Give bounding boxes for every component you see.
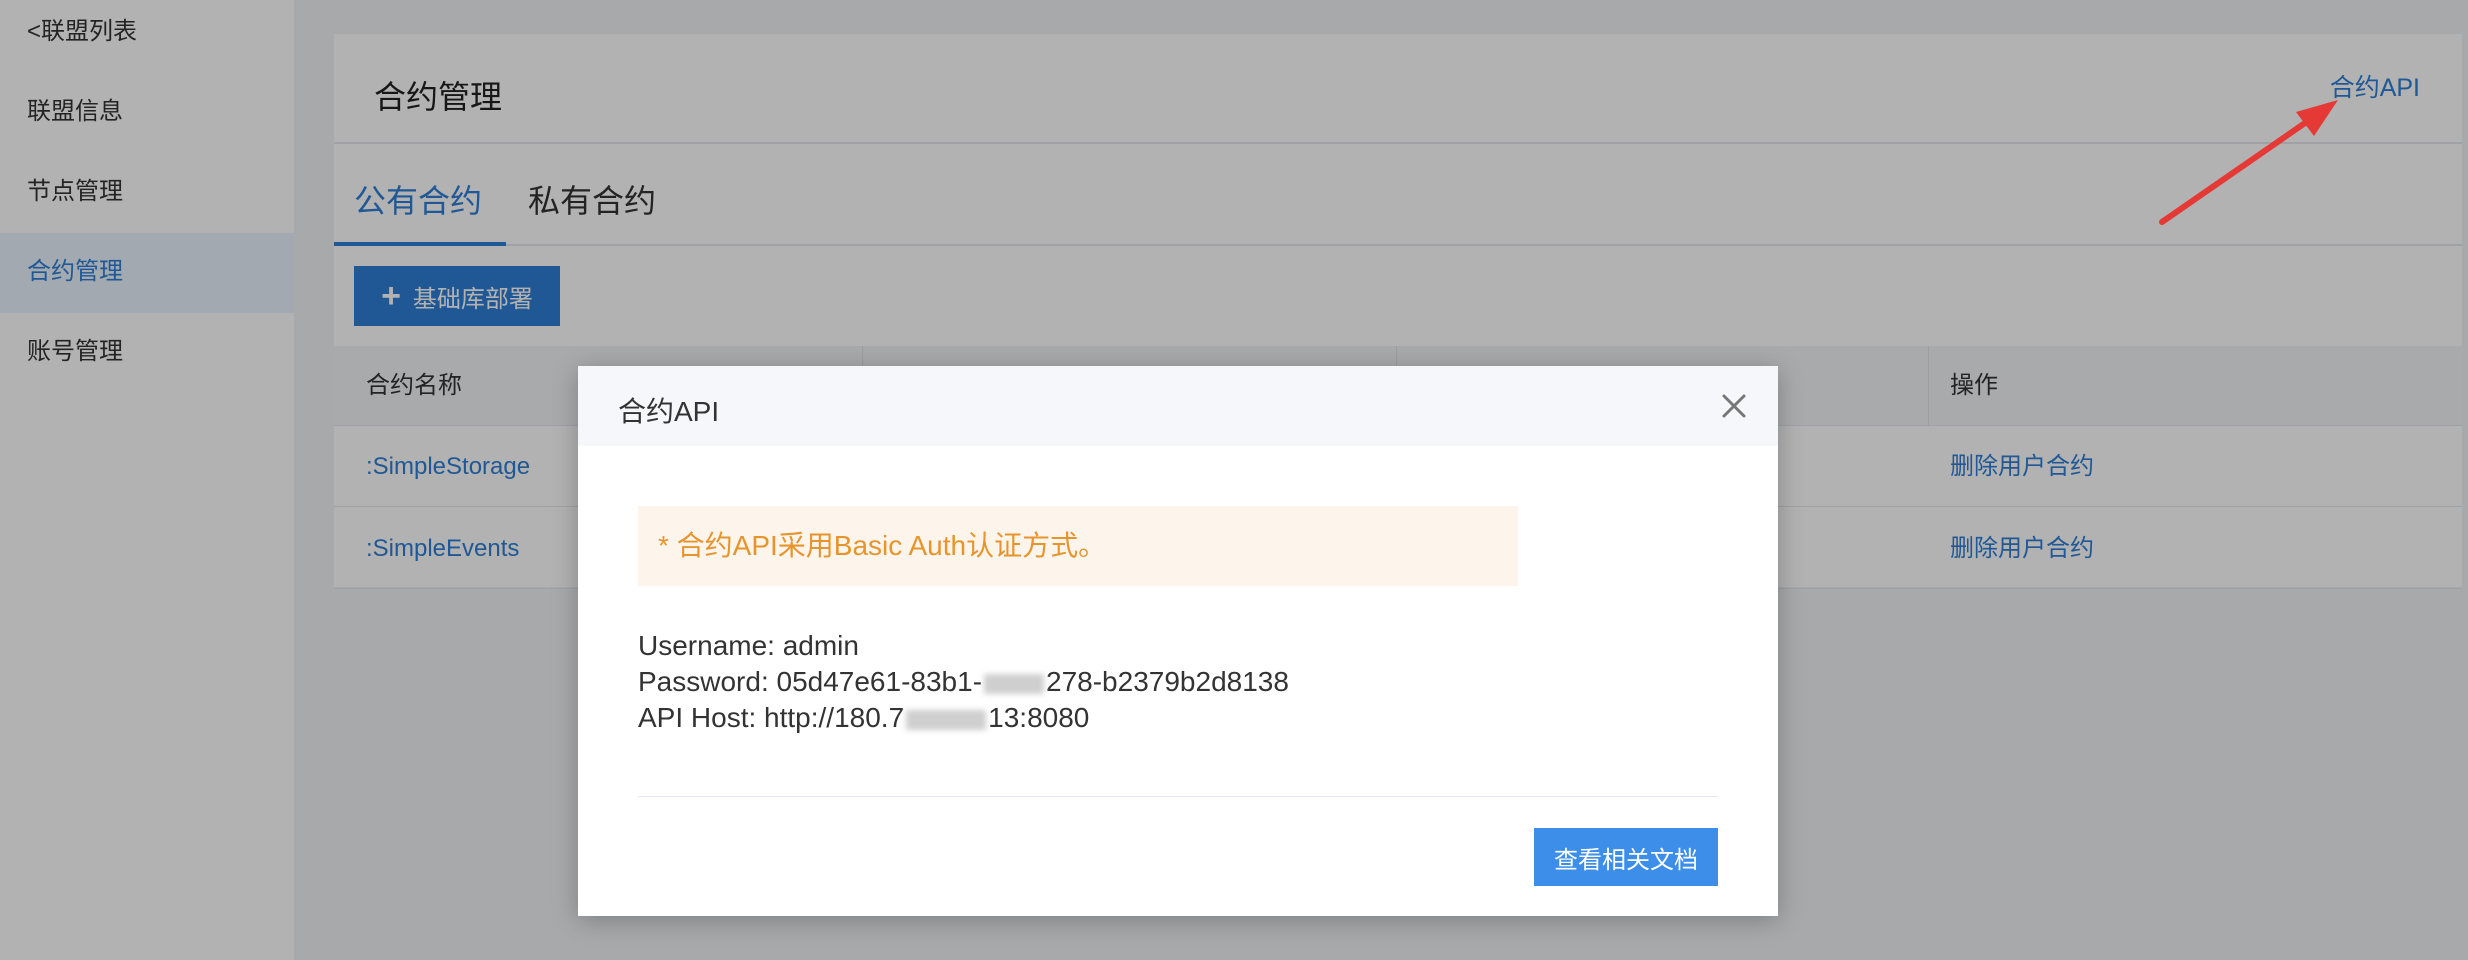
password-line: Password: 05d47e61-83b1- 278-b2379b2d8138 bbox=[638, 664, 1289, 700]
dialog-divider bbox=[638, 796, 1718, 797]
api-credentials: Username: admin Password: 05d47e61-83b1-… bbox=[638, 628, 1289, 736]
redacted-mask bbox=[906, 709, 987, 730]
close-icon[interactable] bbox=[1714, 384, 1754, 424]
view-docs-button[interactable]: 查看相关文档 bbox=[1534, 828, 1718, 886]
dialog-title: 合约API bbox=[618, 396, 720, 427]
api-host-line: API Host: http://180.7 13:8080 bbox=[638, 700, 1289, 736]
auth-notice: * 合约API采用Basic Auth认证方式。 bbox=[638, 506, 1518, 586]
redacted-mask bbox=[984, 673, 1045, 694]
password-prefix: Password: 05d47e61-83b1- bbox=[638, 666, 983, 697]
contract-api-dialog: 合约API * 合约API采用Basic Auth认证方式。 Username:… bbox=[578, 366, 1778, 916]
username-line: Username: admin bbox=[638, 630, 859, 661]
host-suffix: 13:8080 bbox=[988, 702, 1090, 733]
dialog-header: 合约API bbox=[578, 366, 1778, 446]
host-prefix: API Host: http://180.7 bbox=[638, 702, 905, 733]
password-suffix: 278-b2379b2d8138 bbox=[1046, 666, 1289, 697]
